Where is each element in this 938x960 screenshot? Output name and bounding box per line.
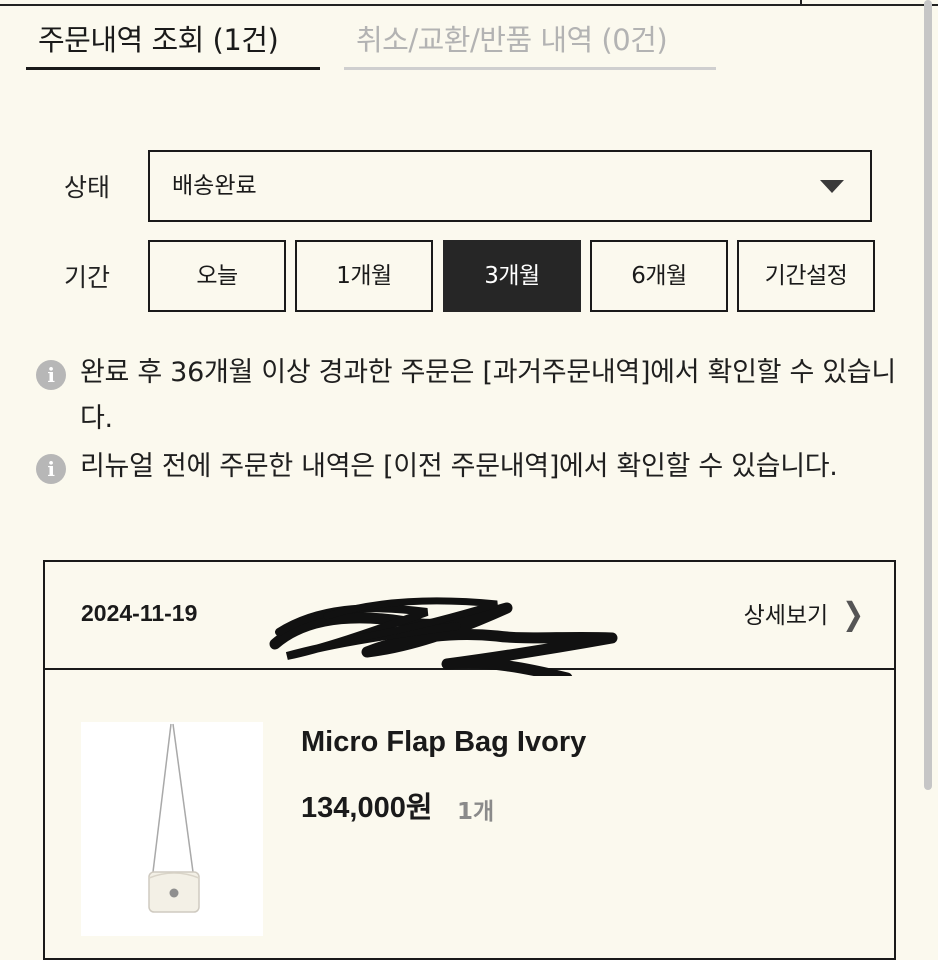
notice-text: 완료 후 36개월 이상 경과한 주문은 [과거주문내역]에서 확인할 수 있습… — [80, 357, 896, 434]
product-image[interactable] — [81, 722, 263, 936]
top-divider-tick — [800, 0, 802, 6]
chevron-right-icon: ❯ — [842, 597, 864, 633]
status-select[interactable]: 배송완료 — [148, 150, 872, 222]
info-icon: i — [36, 454, 66, 484]
product-name[interactable]: Micro Flap Bag Ivory — [301, 726, 586, 759]
order-detail-label: 상세보기 — [743, 603, 829, 629]
order-card: 2024-11-19 상세보기 ❯ Micro Flap Bag Ivory 13… — [43, 560, 896, 960]
bag-illustration — [148, 723, 200, 913]
status-label: 상태 — [64, 173, 111, 202]
notice-text: 리뉴얼 전에 주문한 내역은 [이전 주문내역]에서 확인할 수 있습니다. — [80, 451, 838, 482]
period-today-button[interactable]: 오늘 — [148, 240, 286, 312]
redaction-scribble — [269, 597, 618, 676]
product-quantity: 1개 — [457, 799, 495, 825]
period-label: 기간 — [64, 263, 111, 292]
order-tabs: 주문내역 조회 (1건) 취소/교환/반품 내역 (0건) — [26, 18, 716, 70]
notice-past-orders: i 완료 후 36개월 이상 경과한 주문은 [과거주문내역]에서 확인할 수 … — [36, 350, 896, 442]
tab-cancel-exchange-return[interactable]: 취소/교환/반품 내역 (0건) — [344, 18, 716, 70]
period-custom-button[interactable]: 기간설정 — [737, 240, 875, 312]
notice-previous-orders: i 리뉴얼 전에 주문한 내역은 [이전 주문내역]에서 확인할 수 있습니다. — [36, 444, 896, 490]
tab-order-history[interactable]: 주문내역 조회 (1건) — [26, 18, 320, 70]
period-6month-button[interactable]: 6개월 — [590, 240, 728, 312]
info-icon: i — [36, 360, 66, 390]
order-detail-link[interactable]: 상세보기 ❯ — [743, 596, 864, 633]
product-price: 134,000원 — [301, 792, 433, 824]
order-date: 2024-11-19 — [81, 600, 198, 626]
status-select-value: 배송완료 — [172, 173, 257, 199]
period-3month-button[interactable]: 3개월 — [443, 240, 581, 312]
scrollbar[interactable] — [924, 0, 932, 938]
top-divider — [0, 0, 938, 6]
scrollbar-thumb[interactable] — [924, 0, 932, 790]
period-1month-button[interactable]: 1개월 — [295, 240, 433, 312]
caret-down-icon — [820, 180, 844, 193]
order-header: 2024-11-19 상세보기 ❯ — [45, 562, 894, 676]
